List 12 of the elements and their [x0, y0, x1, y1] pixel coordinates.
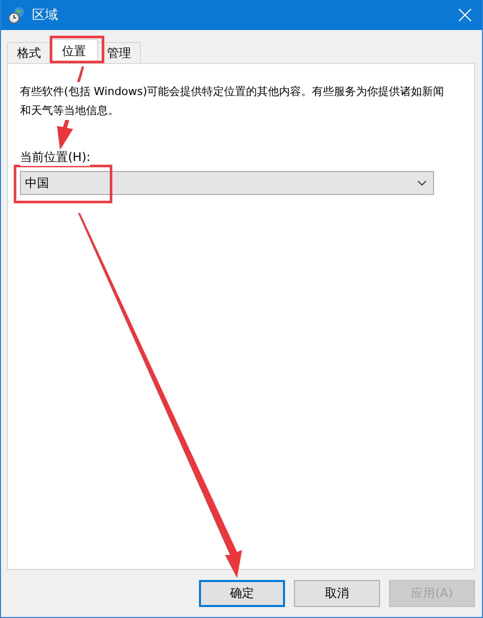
window-title: 区域 — [32, 7, 59, 24]
close-icon[interactable] — [458, 8, 472, 22]
tab[interactable]: 格式 — [7, 42, 51, 63]
dialog-button[interactable]: 确定 — [199, 580, 285, 607]
dialog-button[interactable]: 取消 — [294, 580, 380, 607]
location-label: 当前位置(H): — [20, 149, 90, 166]
globe-clock-icon — [8, 6, 26, 24]
tab[interactable]: 管理 — [97, 42, 141, 63]
chevron-down-icon — [417, 180, 427, 186]
highlight-frame — [50, 36, 104, 64]
location-dropdown[interactable]: 中国 — [20, 171, 434, 195]
description-text: 有些软件(包括 Windows)可能会提供特定位置的其他内容。有些服务为你提供诸如新闻和天气等当地信息。 — [20, 82, 445, 120]
